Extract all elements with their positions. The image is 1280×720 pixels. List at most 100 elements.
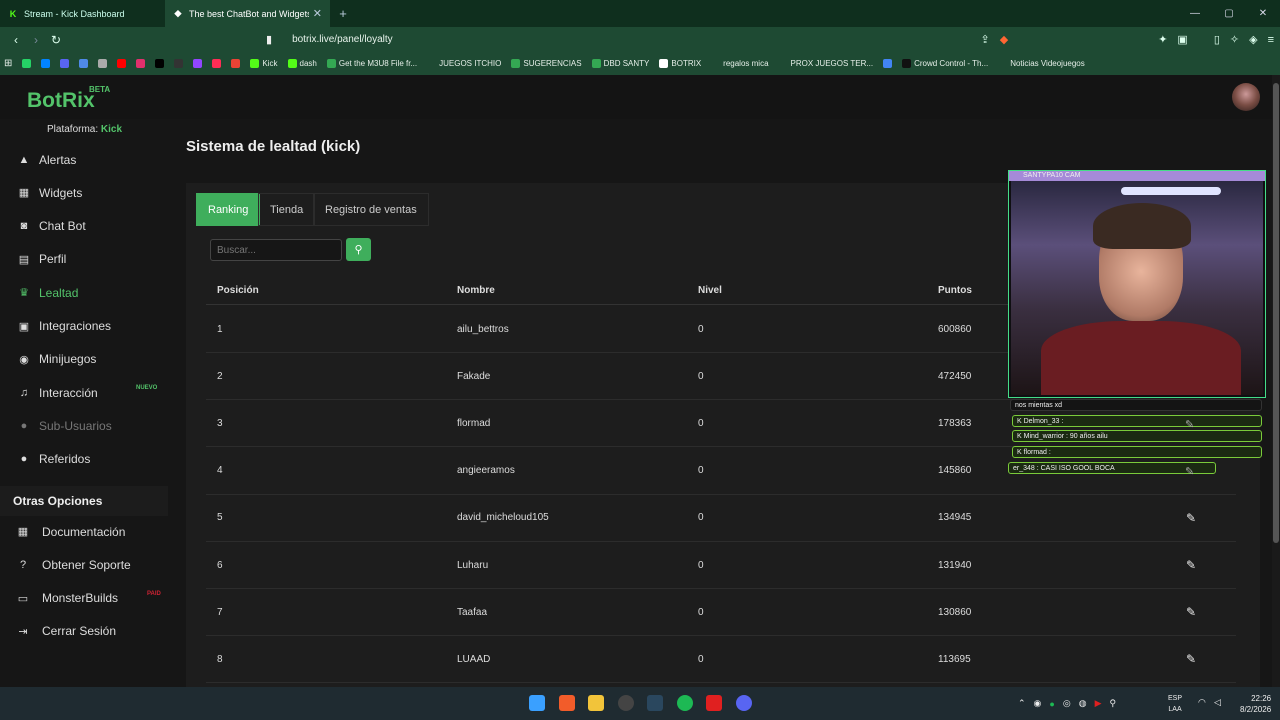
obs-icon[interactable] bbox=[618, 695, 634, 711]
volume-icon[interactable]: ◁ bbox=[1214, 697, 1221, 708]
maximize-button[interactable]: ▢ bbox=[1212, 0, 1246, 27]
url-field[interactable]: botrix.live/panel/loyalty bbox=[292, 34, 393, 45]
clock[interactable]: 22:26 8/2/2026 bbox=[1240, 693, 1271, 715]
sidebar-item-chat-bot[interactable]: ◙ Chat Bot bbox=[0, 210, 168, 243]
bookmark-item[interactable] bbox=[98, 59, 108, 68]
bookmark-item[interactable] bbox=[79, 59, 89, 68]
tab-ranking[interactable]: Ranking bbox=[196, 193, 261, 226]
youtube-tray-icon[interactable]: ▶ bbox=[1095, 698, 1102, 709]
brave-shield-icon[interactable]: ◆ bbox=[1000, 33, 1008, 46]
sidebar-item-widgets[interactable]: ▦ Widgets bbox=[0, 176, 168, 209]
close-window-button[interactable]: ✕ bbox=[1246, 0, 1280, 27]
tab-registro-de-ventas[interactable]: Registro de ventas bbox=[313, 193, 429, 226]
tab-tienda[interactable]: Tienda bbox=[258, 193, 316, 226]
language-indicator[interactable]: ESP LAA bbox=[1168, 693, 1182, 715]
youtube-icon[interactable] bbox=[706, 695, 722, 711]
edit-icon[interactable]: ✎ bbox=[1186, 589, 1196, 635]
extensions-icon[interactable]: ✦ bbox=[1158, 33, 1167, 46]
vpn-icon[interactable]: ◈ bbox=[1249, 33, 1257, 46]
apps-icon[interactable]: ⊞ bbox=[4, 58, 12, 69]
bookmark-item[interactable]: Crowd Control - Th... bbox=[902, 59, 988, 68]
edit-icon[interactable]: ✎ bbox=[1185, 465, 1194, 478]
sidebar-item-sub-usuarios[interactable]: ● Sub-Usuarios bbox=[0, 409, 168, 442]
bookmark-item[interactable] bbox=[155, 59, 165, 68]
header-nombre[interactable]: Nombre bbox=[457, 277, 495, 304]
browser-tab-botrix[interactable]: ◆ The best ChatBot and Widgets fo ✕ bbox=[165, 0, 330, 27]
start-menu-icon[interactable] bbox=[529, 695, 545, 711]
spotify-tray-icon[interactable]: ● bbox=[1049, 699, 1054, 709]
spotify-icon[interactable] bbox=[677, 695, 693, 711]
sidebar-item-cerrar-sesi-n[interactable]: ⇥ Cerrar Sesión bbox=[0, 615, 168, 648]
bookmark-item[interactable]: Kick bbox=[250, 59, 278, 68]
bookmark-item[interactable] bbox=[117, 59, 127, 68]
sidebar-item-interacci-n[interactable]: ♫ Interacción NUEVO bbox=[0, 376, 168, 409]
bookmark-item[interactable] bbox=[193, 59, 203, 68]
edit-icon[interactable]: ✎ bbox=[1185, 418, 1194, 431]
sidebar-item-minijuegos[interactable]: ◉ Minijuegos bbox=[0, 343, 168, 376]
edit-icon[interactable]: ✎ bbox=[1186, 495, 1196, 541]
sidebar-item-integraciones[interactable]: ▣ Integraciones bbox=[0, 310, 168, 343]
share-icon[interactable]: ⇪ bbox=[981, 33, 990, 46]
sidebar-item-obtener-soporte[interactable]: ? Obtener Soporte bbox=[0, 548, 168, 581]
bookmark-item[interactable]: DBD SANTY bbox=[591, 59, 649, 68]
sidebar-item-lealtad[interactable]: ♛ Lealtad bbox=[0, 276, 168, 309]
bookmark-favicon-icon bbox=[155, 59, 165, 68]
bookmark-label: SUGERENCIAS bbox=[523, 59, 582, 68]
sidebar-item-referidos[interactable]: ● Referidos bbox=[0, 443, 168, 476]
header-puntos[interactable]: Puntos bbox=[938, 277, 972, 304]
search-input[interactable] bbox=[210, 239, 342, 261]
bookmark-item[interactable]: regalos mica bbox=[711, 59, 769, 68]
botrix-logo[interactable]: BotRix bbox=[27, 89, 95, 113]
header-posicion[interactable]: Posición bbox=[217, 277, 259, 304]
brave-icon[interactable] bbox=[559, 695, 575, 711]
bookmark-item[interactable] bbox=[883, 59, 893, 68]
sidebar-item-monsterbuilds[interactable]: ▭ MonsterBuilds PAID bbox=[0, 582, 168, 615]
discord-tray-icon[interactable]: ◉ bbox=[1034, 698, 1042, 709]
browser-tab-kick[interactable]: K Stream - Kick Dashboard bbox=[0, 0, 165, 27]
avatar[interactable] bbox=[1232, 83, 1260, 111]
bookmark-icon[interactable]: ▮ bbox=[266, 33, 272, 46]
bookmark-item[interactable] bbox=[136, 59, 146, 68]
sidebar-icon[interactable]: ▯ bbox=[1214, 33, 1220, 46]
discord-icon[interactable] bbox=[736, 695, 752, 711]
close-tab-icon[interactable]: ✕ bbox=[313, 7, 322, 20]
mic-icon[interactable]: ⚲ bbox=[1109, 698, 1116, 709]
forward-icon[interactable]: › bbox=[26, 33, 46, 47]
steam-icon[interactable] bbox=[647, 695, 663, 711]
bookmark-item[interactable] bbox=[231, 59, 241, 68]
obs-tray-icon[interactable]: ◎ bbox=[1063, 698, 1071, 709]
chevron-up-icon[interactable]: ⌃ bbox=[1018, 698, 1026, 709]
search-button[interactable]: ⚲ bbox=[346, 238, 371, 261]
new-tab-button[interactable]: + bbox=[330, 0, 356, 27]
bookmark-item[interactable] bbox=[60, 59, 70, 68]
bookmark-item[interactable]: dash bbox=[287, 59, 317, 68]
bookmark-item[interactable] bbox=[22, 59, 32, 68]
header-nivel[interactable]: Nivel bbox=[698, 277, 722, 304]
bookmark-item[interactable]: JUEGOS ITCHIO bbox=[427, 59, 501, 68]
page-scrollbar[interactable] bbox=[1272, 75, 1280, 687]
minimize-button[interactable]: — bbox=[1178, 0, 1212, 27]
bookmark-item[interactable] bbox=[212, 59, 222, 68]
leo-icon[interactable]: ✧ bbox=[1230, 33, 1239, 46]
wifi-icon[interactable]: ◠ bbox=[1198, 697, 1206, 708]
steam-tray-icon[interactable]: ◍ bbox=[1079, 698, 1087, 709]
reload-icon[interactable]: ↻ bbox=[46, 33, 66, 47]
file-explorer-icon[interactable] bbox=[588, 695, 604, 711]
bookmark-item[interactable]: SUGERENCIAS bbox=[511, 59, 582, 68]
bookmark-item[interactable]: Noticias Videojuegos bbox=[998, 59, 1085, 68]
screenshot-icon[interactable]: ▣ bbox=[1177, 33, 1187, 46]
sidebar-item-documentaci-n[interactable]: ▦ Documentación bbox=[0, 515, 168, 548]
sidebar-item-alertas[interactable]: ▲ Alertas bbox=[0, 143, 168, 176]
bookmark-item[interactable]: PROX JUEGOS TER... bbox=[778, 59, 873, 68]
menu-icon[interactable]: ≡ bbox=[1268, 34, 1274, 46]
edit-icon[interactable]: ✎ bbox=[1186, 542, 1196, 588]
scrollbar-thumb[interactable] bbox=[1273, 83, 1279, 543]
bookmark-item[interactable] bbox=[174, 59, 184, 68]
sidebar-item-perfil[interactable]: ▤ Perfil bbox=[0, 243, 168, 276]
back-icon[interactable]: ‹ bbox=[6, 33, 26, 47]
bookmark-item[interactable]: Get the M3U8 File fr... bbox=[326, 59, 417, 68]
bookmark-item[interactable]: BOTRIX bbox=[659, 59, 701, 68]
bookmark-item[interactable] bbox=[41, 59, 51, 68]
bookmark-favicon-icon bbox=[79, 59, 89, 68]
edit-icon[interactable]: ✎ bbox=[1186, 636, 1196, 682]
